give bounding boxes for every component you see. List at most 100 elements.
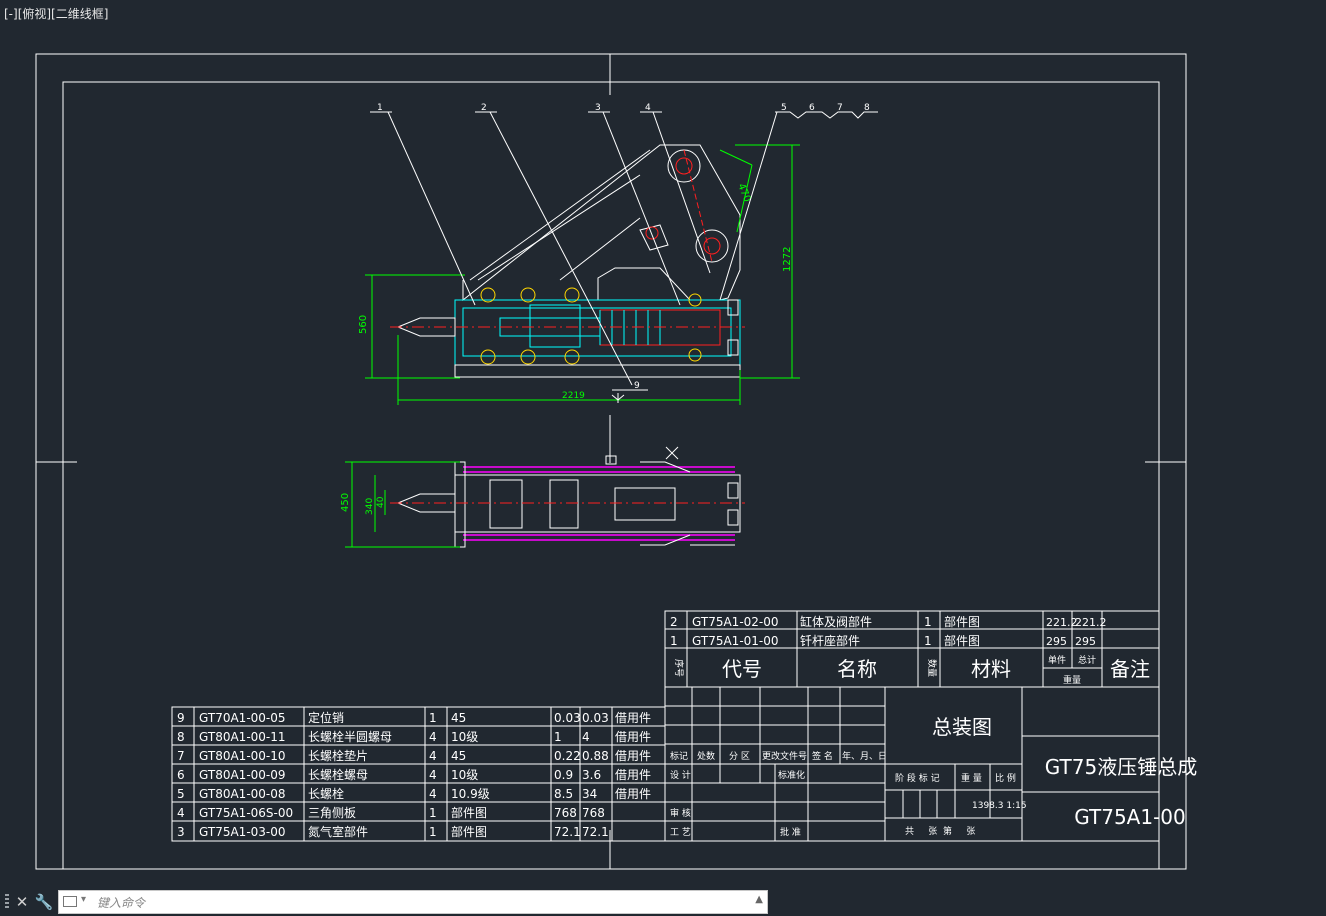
title-review: 审 核 (670, 807, 691, 819)
balloon-8: 8 (864, 103, 870, 113)
lower-part-row-7-unit-weight: 0.22 (554, 749, 581, 763)
header-name: 名称 (837, 657, 877, 681)
stage-header-1: 重 量 (961, 772, 982, 784)
lower-part-row-4-material: 部件图 (451, 805, 487, 820)
lower-part-row-6-name: 长螺栓螺母 (308, 767, 368, 782)
lower-part-row-4-total-weight: 768 (582, 806, 605, 820)
front-view: 1272 560 2219 470 1 2 3 4 5 6 7 8 9 (358, 103, 878, 405)
balloon-3: 3 (595, 103, 601, 113)
lower-part-row-9-material: 45 (451, 711, 466, 725)
lower-part-row-7-no: 7 (177, 749, 185, 763)
part-row-1-name: 钎杆座部件 (800, 633, 860, 648)
lower-part-row-6-no: 6 (177, 768, 185, 782)
rev-header-0: 标记 (670, 750, 688, 762)
rev-header-2: 分 区 (729, 751, 750, 762)
weight-scale: 1398.3 1:15 (972, 801, 1027, 811)
header-qty: 数量 (926, 659, 938, 677)
command-input[interactable]: ▾ 键入命令 ▲ (58, 890, 768, 914)
lower-part-row-3-name: 氮气室部件 (308, 824, 368, 839)
lower-part-row-5-unit-weight: 8.5 (554, 787, 573, 801)
header-material: 材料 (971, 657, 1011, 681)
balloon-leaders (370, 111, 878, 403)
lower-part-row-9-note: 借用件 (615, 711, 651, 725)
drag-grip-icon[interactable] (5, 894, 9, 910)
part-row-1-qty: 1 (924, 634, 932, 648)
title-standard: 标准化 (778, 769, 805, 781)
balloon-6: 6 (809, 103, 815, 113)
lower-part-row-3-unit-weight: 72.1 (554, 825, 581, 839)
title-sheets: 共 张 第 张 (905, 825, 975, 837)
rev-header-4: 签 名 (812, 750, 833, 762)
part-row-1-material: 部件图 (944, 633, 980, 648)
side-plate-outline (462, 144, 741, 302)
scroll-arrow-icon[interactable]: ▲ (755, 894, 763, 905)
close-icon[interactable]: ✕ (12, 892, 32, 912)
lower-part-row-9-total-weight: 0.03 (582, 711, 609, 725)
lower-part-row-7-qty: 4 (429, 749, 437, 763)
lower-part-row-8-name: 长螺栓半圆螺母 (308, 729, 392, 744)
drawing-name: 总装图 (932, 715, 992, 739)
dim-plan-inner-b: 40 (376, 496, 386, 508)
wrench-icon[interactable]: 🔧 (34, 892, 54, 912)
balloon-5: 5 (781, 103, 787, 113)
lower-part-row-4-unit-weight: 768 (554, 806, 577, 820)
parts-header-text: 序号 代号 名称 数量 材料 单件 总计 重量 备注 (673, 654, 1150, 686)
header-code: 代号 (722, 657, 762, 681)
part-row-1-no: 1 (670, 634, 678, 648)
lower-part-row-9-unit-weight: 0.03 (554, 711, 581, 725)
header-unit: 单件 (1048, 654, 1066, 666)
part-row-2-unit: 221.2 (1046, 616, 1078, 629)
rev-header-3: 更改文件号 (762, 750, 807, 762)
dim-overall-length: 2219 (562, 391, 585, 401)
lower-part-row-7-name: 长螺栓垫片 (308, 748, 368, 763)
part-row-1-code: GT75A1-01-00 (692, 634, 779, 648)
lower-part-row-8-no: 8 (177, 730, 185, 744)
lower-part-row-8-total-weight: 4 (582, 730, 590, 744)
lower-part-row-3-code: GT75A1-03-00 (199, 825, 286, 839)
balloon-7: 7 (837, 103, 843, 113)
header-weight: 重量 (1063, 674, 1081, 686)
lower-part-row-5-material: 10.9级 (451, 787, 490, 801)
command-bar: ✕ 🔧 ▾ 键入命令 ▲ (0, 888, 1326, 916)
title-process: 工 艺 (670, 827, 691, 838)
product-name: GT75液压锤总成 (1045, 755, 1197, 779)
lower-part-row-8-material: 10级 (451, 730, 478, 744)
lower-part-row-5-qty: 4 (429, 787, 437, 801)
front-dimensions (365, 144, 800, 405)
chevron-down-icon[interactable]: ▾ (81, 894, 86, 905)
lower-part-row-5-total-weight: 34 (582, 787, 597, 801)
lower-part-row-7-code: GT80A1-00-10 (199, 749, 286, 763)
plan-view: 450 340 40 (340, 415, 745, 548)
lower-part-row-5-note: 借用件 (615, 787, 651, 801)
dim-overall-height: 1272 (782, 247, 793, 272)
lower-part-row-8-unit-weight: 1 (554, 730, 562, 744)
lower-part-row-7-note: 借用件 (615, 749, 651, 763)
stage-header-2: 比 例 (995, 772, 1016, 784)
command-placeholder[interactable]: 键入命令 (97, 894, 145, 911)
lower-part-row-4-no: 4 (177, 806, 185, 820)
cad-drawing-canvas[interactable]: 1272 560 2219 470 1 2 3 4 5 6 7 8 9 450 … (0, 0, 1326, 888)
title-block-text: 总装图 GT75液压锤总成 GT75A1-00 1398.3 1:15 标记 处… (670, 715, 1197, 838)
part-row-1-unit: 295 (1046, 635, 1067, 648)
part-row-1-total: 295 (1075, 635, 1096, 648)
header-total: 总计 (1078, 654, 1096, 666)
lower-part-row-3-material: 部件图 (451, 824, 487, 839)
lower-part-row-3-qty: 1 (429, 825, 437, 839)
lower-part-row-4-code: GT75A1-06S-00 (199, 806, 293, 820)
dim-body-height: 560 (358, 315, 369, 334)
dim-plan-width: 450 (340, 493, 351, 512)
rev-header-5: 年、月、日 (842, 750, 887, 762)
dim-plan-inner-a: 340 (365, 498, 375, 515)
lower-part-row-3-total-weight: 72.1 (582, 825, 609, 839)
title-approve: 批 准 (780, 826, 801, 838)
parts-upper-text: 2 GT75A1-02-00 缸体及阀部件 1 部件图 221.2 221.2 … (670, 614, 1107, 648)
header-note: 备注 (1110, 657, 1150, 681)
balloon-9: 9 (634, 381, 640, 391)
lower-part-row-9-code: GT70A1-00-05 (199, 711, 286, 725)
lower-part-row-3-no: 3 (177, 825, 185, 839)
lower-part-row-4-name: 三角侧板 (308, 806, 356, 820)
long-bolts (480, 287, 702, 365)
lower-part-row-6-note: 借用件 (615, 768, 651, 782)
terminal-icon[interactable] (63, 896, 77, 907)
lower-part-row-5-no: 5 (177, 787, 185, 801)
